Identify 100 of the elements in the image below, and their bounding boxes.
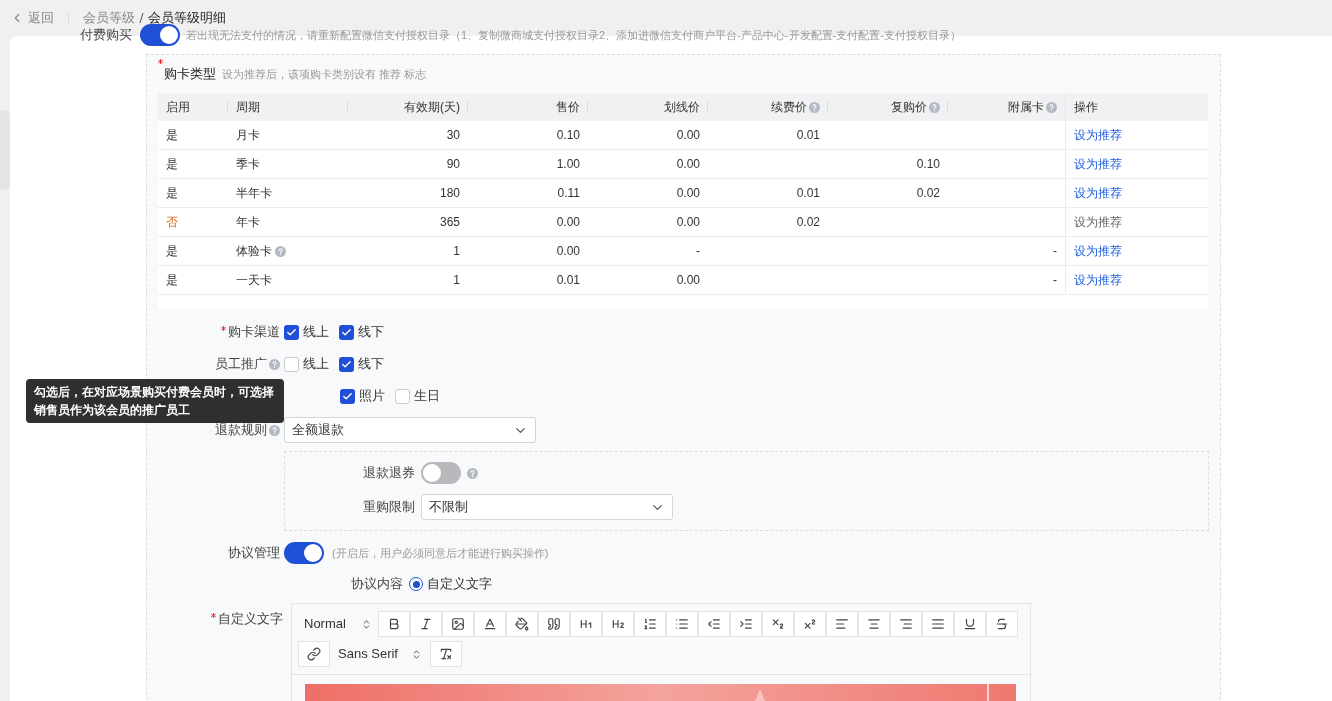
table-cell-text: 0.00: [676, 185, 700, 202]
field-label: 退款规则: [215, 421, 267, 440]
table-cell-text: -: [1053, 243, 1057, 260]
toolbar-button[interactable]: [922, 611, 954, 637]
set-recommended-link[interactable]: 设为推荐: [1074, 213, 1122, 231]
table-cell-text: 90: [446, 156, 460, 173]
column-header: 续费价: [771, 99, 807, 116]
table-cell-text: 0.01: [556, 272, 580, 289]
column-header: 复购价: [891, 99, 927, 116]
toolbar-button[interactable]: [954, 611, 986, 637]
toggle-switch[interactable]: [140, 24, 180, 46]
table-cell-text: 0.00: [676, 214, 700, 231]
toolbar-button[interactable]: [570, 611, 602, 637]
table-cell-text: 0.02: [916, 185, 940, 202]
toolbar-button[interactable]: [826, 611, 858, 637]
table-cell-text: 1: [453, 272, 460, 289]
align-right-icon: [899, 617, 913, 631]
checkbox[interactable]: [339, 324, 354, 340]
table-cell-text: 0.01: [796, 127, 820, 144]
back-button[interactable]: 返回: [10, 8, 54, 28]
updown-icon: [361, 618, 372, 630]
set-recommended-link[interactable]: 设为推荐: [1074, 242, 1122, 260]
indent-icon: [739, 617, 753, 631]
align-justify-icon: [931, 617, 945, 631]
table-cell-text: -: [696, 243, 700, 260]
radio-button[interactable]: [409, 577, 423, 591]
column-header: 有效期(天): [404, 99, 460, 116]
set-recommended-link[interactable]: 设为推荐: [1074, 184, 1122, 202]
radio-label: 自定义文字: [427, 575, 492, 594]
field-label: 自定义文字: [218, 610, 283, 628]
list-icon: [675, 617, 689, 631]
hint-text: 设为推荐后，该项购卡类别设有 推荐 标志: [222, 66, 427, 82]
toolbar-button[interactable]: [858, 611, 890, 637]
checkbox[interactable]: [395, 388, 410, 404]
ordered-list-icon: [643, 617, 657, 631]
table-cell-text: 0.00: [676, 156, 700, 173]
italic-icon: [419, 617, 433, 631]
table-cell-text: 0.00: [676, 127, 700, 144]
column-header: 附属卡: [1008, 99, 1044, 116]
format-select[interactable]: Normal: [298, 611, 378, 637]
field-label: 退款退券: [363, 464, 415, 483]
toolbar-button[interactable]: [298, 641, 330, 667]
breadcrumb-item[interactable]: 会员等级: [83, 8, 135, 28]
image-icon: [451, 617, 465, 631]
table-cell-text: 是: [166, 156, 178, 173]
table-cell-text: 180: [439, 185, 460, 202]
checkbox[interactable]: [284, 324, 299, 340]
heading-icon: [579, 617, 593, 631]
checkbox[interactable]: [339, 356, 354, 372]
tooltip-text: 勾选后，在对应场景购买付费会员时，可选择销售员作为该会员的推广员工: [34, 384, 275, 419]
table-cell-text: 30: [446, 127, 460, 144]
field-label: 员工推广: [215, 355, 267, 374]
toolbar-button[interactable]: [506, 611, 538, 637]
strikethrough-icon: [995, 617, 1009, 631]
table-cell-text: 是: [166, 272, 178, 289]
checkbox[interactable]: [340, 388, 355, 404]
toolbar-button[interactable]: [442, 611, 474, 637]
breadcrumb-separator: [139, 12, 144, 24]
toolbar-button[interactable]: [474, 611, 506, 637]
table-cell-text: 0.00: [556, 214, 580, 231]
superscript-icon: [803, 617, 817, 631]
toolbar-button[interactable]: [634, 611, 666, 637]
font-select[interactable]: Sans Serif: [330, 641, 430, 667]
table-cell-text: 季卡: [236, 156, 260, 173]
toggle-switch[interactable]: [421, 462, 461, 484]
column-header: 操作: [1074, 99, 1098, 116]
select-field[interactable]: 全额退款: [284, 417, 536, 443]
toolbar-button[interactable]: [538, 611, 570, 637]
select-field[interactable]: 不限制: [421, 494, 673, 520]
column-header: 划线价: [664, 99, 700, 116]
field-label: 付费购买: [80, 26, 132, 45]
align-center-icon: [867, 617, 881, 631]
set-recommended-link[interactable]: 设为推荐: [1074, 155, 1122, 173]
table-cell-text: 否: [166, 214, 178, 231]
align-left-icon: [835, 617, 849, 631]
toggle-switch[interactable]: [284, 542, 324, 564]
checkbox[interactable]: [284, 356, 299, 372]
text-color-icon: [483, 617, 497, 631]
toolbar-button[interactable]: [986, 611, 1018, 637]
toolbar-button[interactable]: [430, 641, 462, 667]
breadcrumb-item: 会员等级明细: [148, 9, 226, 28]
table-cell-text: 体验卡: [236, 243, 272, 260]
check-icon: [286, 326, 297, 338]
table-cell-text: 半年卡: [236, 185, 272, 202]
column-header: 售价: [556, 99, 580, 116]
set-recommended-link[interactable]: 设为推荐: [1074, 271, 1122, 289]
quote-icon: [547, 617, 561, 631]
checkbox-label: 生日: [414, 387, 440, 406]
toolbar-button[interactable]: [378, 611, 410, 637]
table-cell-text: 1: [453, 243, 460, 260]
table-cell-text: 是: [166, 127, 178, 144]
field-label: 协议内容: [351, 575, 403, 594]
column-header: 启用: [166, 99, 190, 116]
field-label: 协议管理: [228, 544, 280, 563]
table-cell-text: 1.00: [556, 156, 580, 173]
toolbar-button[interactable]: [762, 611, 794, 637]
set-recommended-link[interactable]: 设为推荐: [1074, 126, 1122, 144]
toolbar-button[interactable]: [890, 611, 922, 637]
paint-bucket-icon: [515, 617, 529, 631]
table-cell-text: 月卡: [236, 127, 260, 144]
